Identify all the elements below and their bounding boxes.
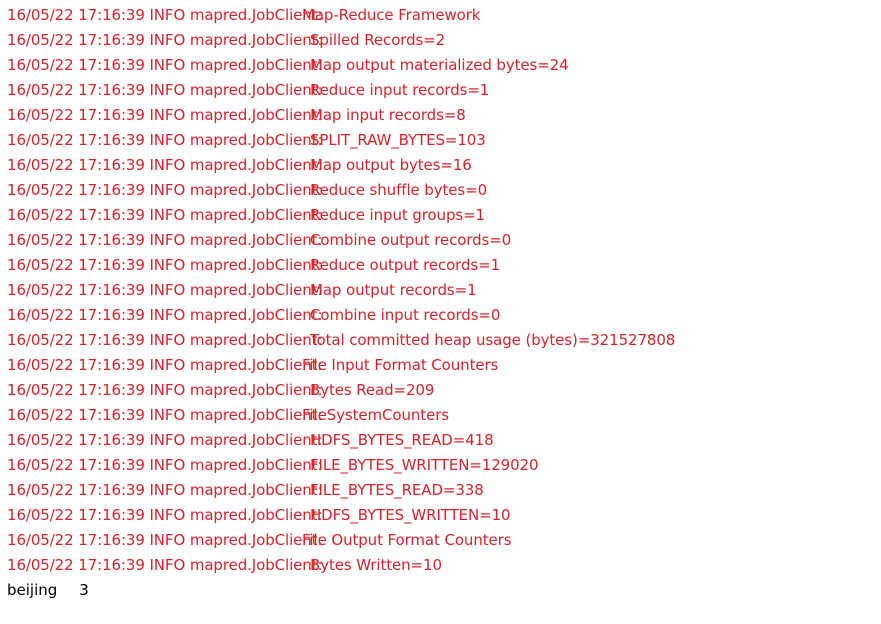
log-line: 16/05/22 17:16:39 INFO mapred.JobClient:…	[7, 103, 881, 128]
log-line-prefix: 16/05/22 17:16:39 INFO mapred.JobClient:	[7, 56, 323, 74]
log-line-prefix: 16/05/22 17:16:39 INFO mapred.JobClient:	[7, 306, 323, 324]
log-line-prefix: 16/05/22 17:16:39 INFO mapred.JobClient:	[7, 506, 323, 524]
terminal-output[interactable]: 16/05/22 17:16:39 INFO mapred.JobClient:…	[0, 0, 881, 624]
counter-group-label: File Output Format Counters	[302, 531, 512, 549]
log-line: 16/05/22 17:16:39 INFO mapred.JobClient:…	[7, 353, 881, 378]
counter-entry: Reduce output records=1	[310, 256, 501, 274]
log-line: 16/05/22 17:16:39 INFO mapred.JobClient:…	[7, 453, 881, 478]
counter-entry: Map output bytes=16	[310, 156, 472, 174]
log-line-prefix: 16/05/22 17:16:39 INFO mapred.JobClient:	[7, 256, 323, 274]
counter-entry: HDFS_BYTES_READ=418	[310, 431, 494, 449]
log-line: 16/05/22 17:16:39 INFO mapred.JobClient:…	[7, 228, 881, 253]
output-value: 3	[79, 581, 89, 599]
log-line-prefix: 16/05/22 17:16:39 INFO mapred.JobClient:	[7, 456, 323, 474]
log-line-prefix: 16/05/22 17:16:39 INFO mapred.JobClient:	[7, 181, 323, 199]
log-line: 16/05/22 17:16:39 INFO mapred.JobClient:…	[7, 553, 881, 578]
counter-entry: Map output records=1	[310, 281, 477, 299]
log-line: 16/05/22 17:16:39 INFO mapred.JobClient:…	[7, 478, 881, 503]
log-line-prefix: 16/05/22 17:16:39 INFO mapred.JobClient:	[7, 481, 323, 499]
log-line: 16/05/22 17:16:39 INFO mapred.JobClient:…	[7, 528, 881, 553]
log-line: 16/05/22 17:16:39 INFO mapred.JobClient:…	[7, 203, 881, 228]
log-line-prefix: 16/05/22 17:16:39 INFO mapred.JobClient:	[7, 6, 323, 24]
log-line-prefix: 16/05/22 17:16:39 INFO mapred.JobClient:	[7, 381, 323, 399]
log-line: 16/05/22 17:16:39 INFO mapred.JobClient:…	[7, 78, 881, 103]
log-line: 16/05/22 17:16:39 INFO mapred.JobClient:…	[7, 128, 881, 153]
log-line: 16/05/22 17:16:39 INFO mapred.JobClient:…	[7, 378, 881, 403]
log-line-prefix: 16/05/22 17:16:39 INFO mapred.JobClient:	[7, 231, 323, 249]
log-line: 16/05/22 17:16:39 INFO mapred.JobClient:…	[7, 328, 881, 353]
counter-entry: FILE_BYTES_READ=338	[310, 481, 484, 499]
log-line: 16/05/22 17:16:39 INFO mapred.JobClient:…	[7, 3, 881, 28]
log-line-prefix: 16/05/22 17:16:39 INFO mapred.JobClient:	[7, 281, 323, 299]
log-line: 16/05/22 17:16:39 INFO mapred.JobClient:…	[7, 53, 881, 78]
log-line: 16/05/22 17:16:39 INFO mapred.JobClient:…	[7, 428, 881, 453]
counter-entry: Combine output records=0	[310, 231, 512, 249]
log-line-prefix: 16/05/22 17:16:39 INFO mapred.JobClient:	[7, 556, 323, 574]
counter-group-label: File Input Format Counters	[302, 356, 499, 374]
log-line: 16/05/22 17:16:39 INFO mapred.JobClient:…	[7, 153, 881, 178]
counter-entry: Bytes Read=209	[310, 381, 435, 399]
counter-entry: Reduce input records=1	[310, 81, 490, 99]
log-line-prefix: 16/05/22 17:16:39 INFO mapred.JobClient:	[7, 31, 323, 49]
log-line-prefix: 16/05/22 17:16:39 INFO mapred.JobClient:	[7, 81, 323, 99]
output-key: beijing	[7, 581, 58, 599]
counter-entry: Reduce shuffle bytes=0	[310, 181, 488, 199]
counter-entry: Spilled Records=2	[310, 31, 446, 49]
log-line-prefix: 16/05/22 17:16:39 INFO mapred.JobClient:	[7, 431, 323, 449]
log-line-prefix: 16/05/22 17:16:39 INFO mapred.JobClient:	[7, 156, 323, 174]
log-line: 16/05/22 17:16:39 INFO mapred.JobClient:…	[7, 403, 881, 428]
counter-entry: Combine input records=0	[310, 306, 501, 324]
counter-entry: Total committed heap usage (bytes)=32152…	[310, 331, 676, 349]
counter-entry: Reduce input groups=1	[310, 206, 485, 224]
counter-group-label: Map-Reduce Framework	[302, 6, 481, 24]
log-line: 16/05/22 17:16:39 INFO mapred.JobClient:…	[7, 253, 881, 278]
log-line-prefix: 16/05/22 17:16:39 INFO mapred.JobClient:	[7, 206, 323, 224]
counter-group-label: FileSystemCounters	[302, 406, 449, 424]
log-line: 16/05/22 17:16:39 INFO mapred.JobClient:…	[7, 28, 881, 53]
log-line: 16/05/22 17:16:39 INFO mapred.JobClient:…	[7, 178, 881, 203]
program-output-line: beijing 3	[7, 578, 881, 603]
counter-entry: Bytes Written=10	[310, 556, 442, 574]
log-line: 16/05/22 17:16:39 INFO mapred.JobClient:…	[7, 278, 881, 303]
log-line-prefix: 16/05/22 17:16:39 INFO mapred.JobClient:	[7, 406, 323, 424]
log-line-prefix: 16/05/22 17:16:39 INFO mapred.JobClient:	[7, 356, 323, 374]
counter-entry: Map output materialized bytes=24	[310, 56, 569, 74]
log-line: 16/05/22 17:16:39 INFO mapred.JobClient:…	[7, 503, 881, 528]
counter-entry: FILE_BYTES_WRITTEN=129020	[310, 456, 539, 474]
log-line-prefix: 16/05/22 17:16:39 INFO mapred.JobClient:	[7, 131, 323, 149]
counter-entry: HDFS_BYTES_WRITTEN=10	[310, 506, 511, 524]
counter-entry: Map input records=8	[310, 106, 466, 124]
counter-entry: SPLIT_RAW_BYTES=103	[310, 131, 486, 149]
log-line-prefix: 16/05/22 17:16:39 INFO mapred.JobClient:	[7, 331, 323, 349]
log-line-prefix: 16/05/22 17:16:39 INFO mapred.JobClient:	[7, 106, 323, 124]
log-line: 16/05/22 17:16:39 INFO mapred.JobClient:…	[7, 303, 881, 328]
log-line-prefix: 16/05/22 17:16:39 INFO mapred.JobClient:	[7, 531, 323, 549]
